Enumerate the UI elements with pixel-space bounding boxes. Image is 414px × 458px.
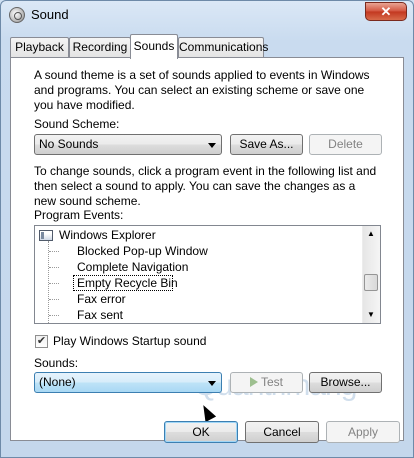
sound-scheme-dropdown[interactable]: No Sounds xyxy=(34,134,222,155)
test-button[interactable]: Test xyxy=(230,372,303,393)
event-group-row[interactable]: Windows Explorer xyxy=(35,227,365,243)
tab-communications[interactable]: Communications xyxy=(178,37,268,57)
ok-button[interactable]: OK xyxy=(164,421,238,443)
tab-playback[interactable]: Playback xyxy=(10,37,69,57)
sound-value: (None) xyxy=(39,375,76,389)
sound-dialog: Sound ✕ Playback Recording Sounds Commun… xyxy=(0,0,414,458)
program-events-label: Program Events: xyxy=(34,208,124,222)
event-item-label: Fax sent xyxy=(77,308,124,322)
cancel-button[interactable]: Cancel xyxy=(245,421,319,443)
sounds-panel: A sound theme is a set of sounds applied… xyxy=(10,57,404,441)
event-item-blocked-popup[interactable]: Blocked Pop-up Window xyxy=(35,243,365,259)
sound-scheme-value: No Sounds xyxy=(39,137,99,151)
startup-sound-checkbox[interactable]: ✔ xyxy=(35,335,48,348)
apply-button[interactable]: Apply xyxy=(326,421,400,443)
scroll-down-icon[interactable]: ▼ xyxy=(363,307,379,323)
speaker-icon xyxy=(9,7,25,23)
delete-button[interactable]: Delete xyxy=(309,134,382,155)
browse-button[interactable]: Browse... xyxy=(309,372,382,393)
event-item-label: Fax error xyxy=(77,292,126,306)
event-item-label: Complete Navigation xyxy=(77,260,189,274)
tab-strip: Playback Recording Sounds Communications xyxy=(10,34,404,59)
scroll-thumb[interactable] xyxy=(364,274,378,291)
event-item-label: Empty Recycle Bin xyxy=(77,276,178,290)
program-events-list[interactable]: Windows Explorer Blocked Pop-up Window C… xyxy=(34,225,381,324)
tab-sounds[interactable]: Sounds xyxy=(130,34,178,59)
events-scrollbar[interactable]: ▲ ▼ xyxy=(362,226,380,323)
event-item-fax-sent[interactable]: Fax sent xyxy=(35,307,365,323)
event-item-complete-navigation[interactable]: Complete Navigation xyxy=(35,259,365,275)
scheme-label: Sound Scheme: xyxy=(34,117,120,131)
event-group-label: Windows Explorer xyxy=(59,228,156,242)
intro-text: A sound theme is a set of sounds applied… xyxy=(34,68,370,112)
chevron-down-icon xyxy=(208,143,216,148)
tab-recording[interactable]: Recording xyxy=(69,37,131,57)
close-button[interactable]: ✕ xyxy=(365,2,407,21)
event-item-label: Blocked Pop-up Window xyxy=(77,244,208,258)
chevron-down-icon xyxy=(208,381,216,386)
save-as-button[interactable]: Save As... xyxy=(230,134,303,155)
change-sounds-text: To change sounds, click a program event … xyxy=(34,164,377,208)
event-item-empty-recycle-bin[interactable]: Empty Recycle Bin xyxy=(35,275,365,291)
title-bar[interactable]: Sound ✕ xyxy=(1,1,413,29)
sounds-dropdown[interactable]: (None) xyxy=(34,372,222,393)
scroll-up-icon[interactable]: ▲ xyxy=(363,226,379,242)
play-icon xyxy=(249,377,258,387)
mouse-cursor-icon xyxy=(198,402,217,423)
sounds-label: Sounds: xyxy=(34,356,79,370)
event-item-fax-error[interactable]: Fax error xyxy=(35,291,365,307)
dialog-client: Playback Recording Sounds Communications… xyxy=(10,34,404,444)
test-button-label: Test xyxy=(260,375,283,389)
startup-sound-label: Play Windows Startup sound xyxy=(53,334,207,348)
window-title: Sound xyxy=(31,7,69,22)
windows-explorer-icon xyxy=(39,230,53,241)
